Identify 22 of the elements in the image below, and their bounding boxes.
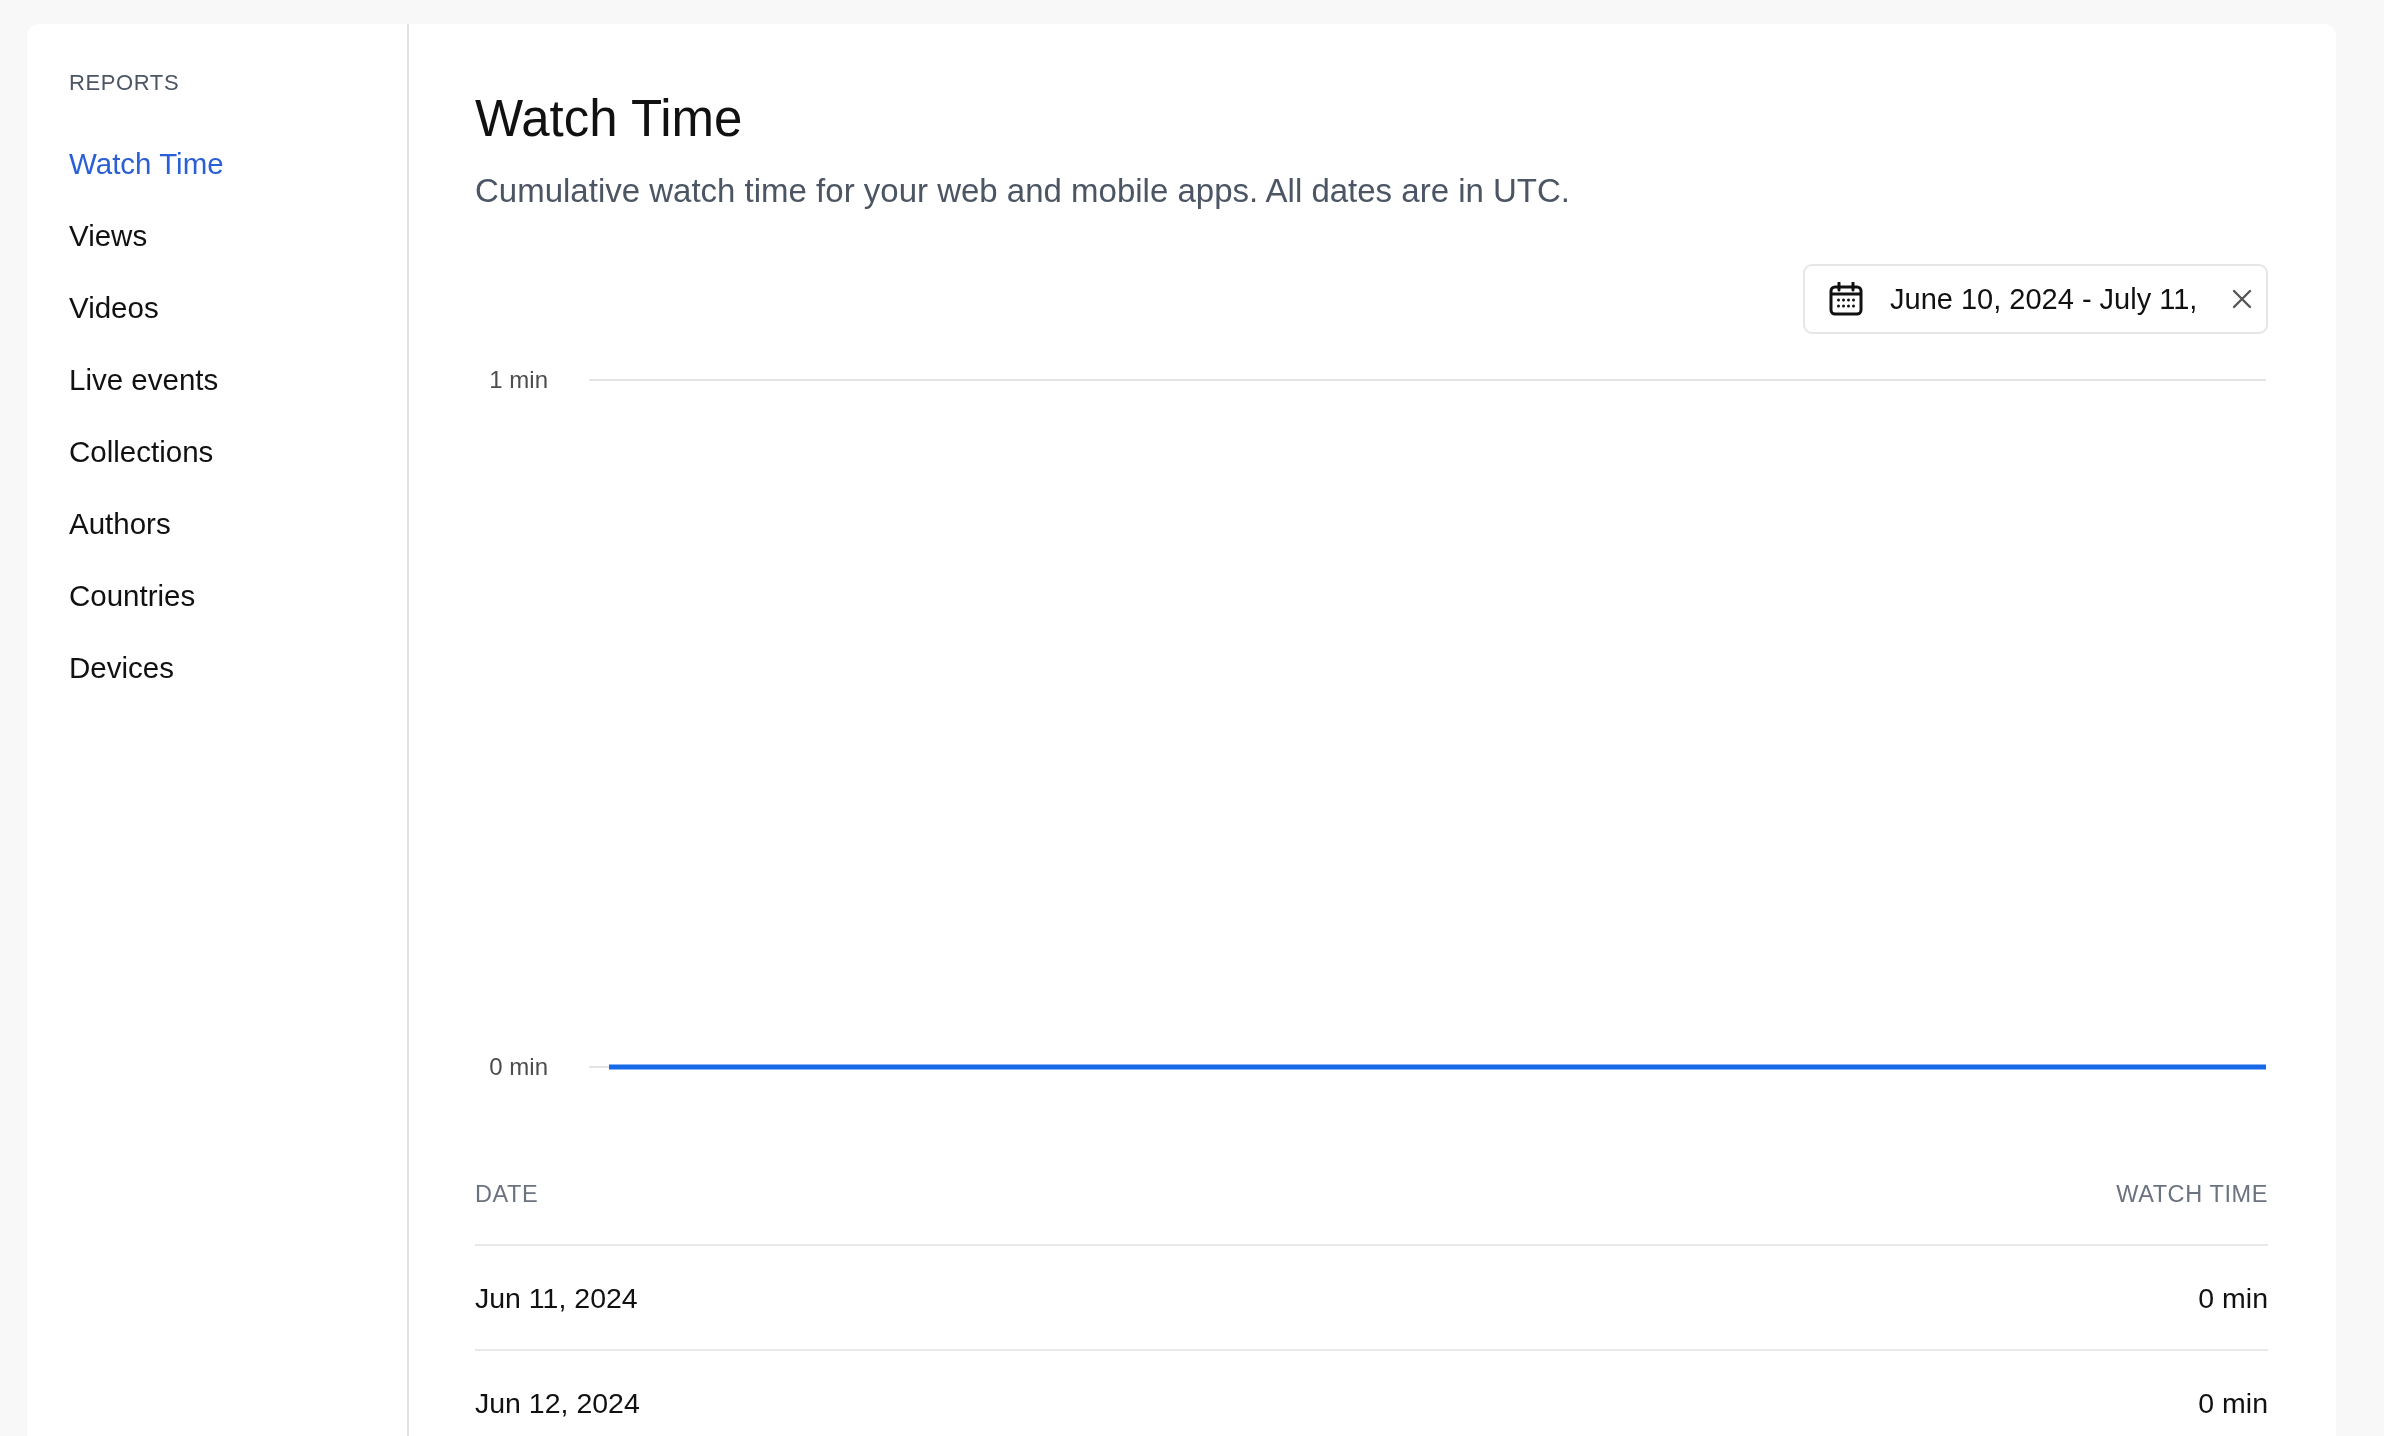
nav-link[interactable]: Devices — [69, 632, 174, 704]
table-cell: Jun 12, 2024 — [475, 1388, 640, 1418]
nav-link[interactable]: Authors — [69, 488, 171, 560]
column-header: DATE — [475, 1180, 539, 1209]
y-tick-label: 1 min — [489, 366, 548, 393]
nav-link[interactable]: Videos — [69, 272, 159, 344]
calendar-icon — [1829, 282, 1863, 316]
page-subtitle: Cumulative watch time for your web and mobile apps. All dates are in UTC. — [475, 171, 1570, 211]
date-range-field[interactable]: June 10, 2024 - July 11, — [1803, 264, 2268, 334]
table-cell: 0 min — [2198, 1283, 2268, 1313]
y-tick-label: 0 min — [489, 1053, 548, 1080]
close-icon[interactable] — [2232, 289, 2252, 309]
nav-link[interactable]: Collections — [69, 416, 214, 488]
page-title: Watch Time — [475, 89, 743, 149]
column-header: WATCH TIME — [2116, 1180, 2268, 1209]
table-cell: 0 min — [2198, 1388, 2268, 1418]
table-cell: Jun 11, 2024 — [475, 1283, 638, 1313]
nav-link[interactable]: Views — [69, 200, 148, 272]
sidebar-heading: REPORTS — [69, 69, 180, 97]
nav-link[interactable]: Live events — [69, 344, 219, 416]
nav-link[interactable]: Countries — [69, 560, 196, 632]
nav-link[interactable]: Watch Time — [69, 128, 224, 200]
